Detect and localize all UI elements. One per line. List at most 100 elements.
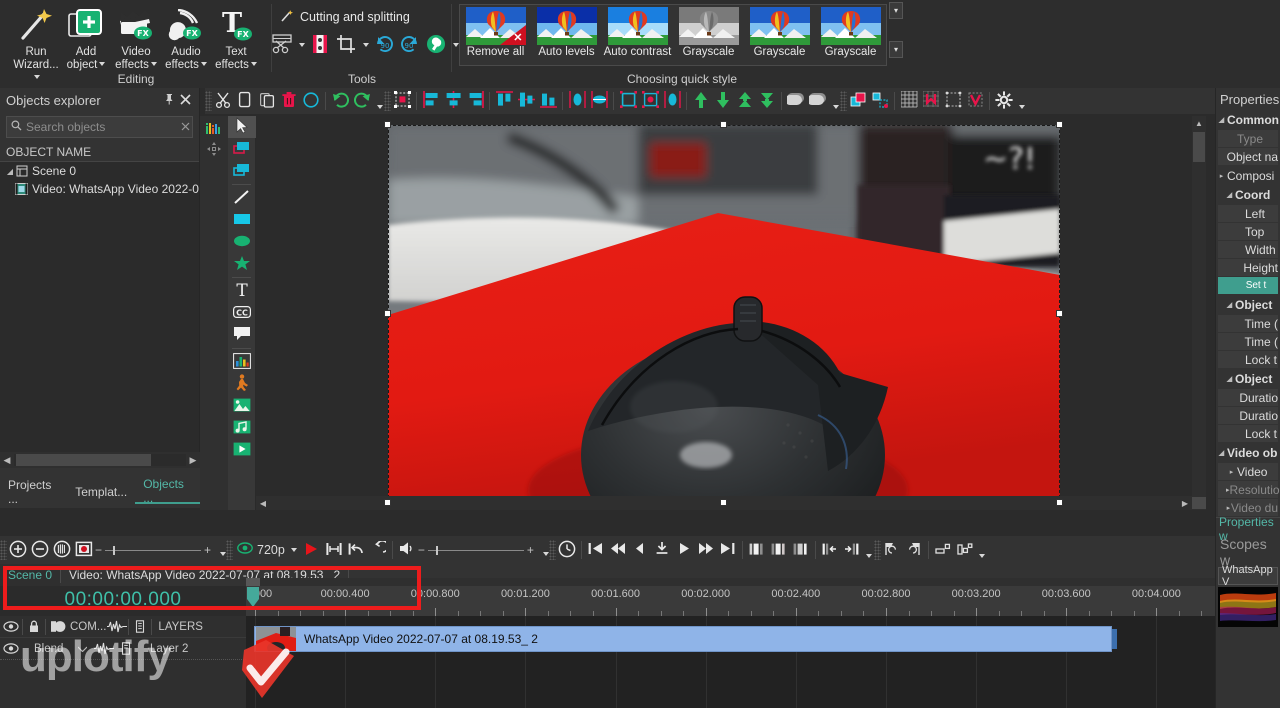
chevron-down-icon[interactable] xyxy=(150,62,157,67)
palette-rectangle-tool[interactable] xyxy=(228,209,256,231)
playbar-marker-add[interactable] xyxy=(881,539,903,561)
quick-style-auto-levels-1[interactable]: Auto levels xyxy=(531,5,602,58)
property-row-11[interactable]: Time ( xyxy=(1218,315,1278,332)
search-objects-field[interactable] xyxy=(6,116,193,138)
toolbar-delete[interactable] xyxy=(278,90,300,112)
toolbar-move-bottom[interactable] xyxy=(756,90,778,112)
chevron-down-icon[interactable] xyxy=(863,539,874,561)
property-expander[interactable]: ◢ xyxy=(1216,449,1227,457)
toolbar-paste[interactable] xyxy=(256,90,278,112)
tool-button-slice-marker[interactable] xyxy=(308,33,332,57)
resize-handle-se[interactable] xyxy=(1056,499,1063,506)
playbar-step-back[interactable] xyxy=(629,539,651,561)
move-handle-icon[interactable] xyxy=(200,138,228,160)
palette-video-tool[interactable] xyxy=(228,439,256,461)
property-row-19[interactable]: ▸ Video xyxy=(1218,463,1278,480)
slider-track[interactable] xyxy=(427,545,524,555)
palette-shape-rect-red[interactable] xyxy=(228,138,256,160)
toolbar-distribute-h[interactable] xyxy=(566,90,588,112)
playbar-snapshot[interactable] xyxy=(73,539,95,561)
toolbar-cut[interactable] xyxy=(212,90,234,112)
palette-callout-bubble-tool[interactable] xyxy=(228,324,256,346)
chevron-down-icon[interactable] xyxy=(200,62,207,67)
quick-style-grayscale-3[interactable]: Grayscale xyxy=(673,5,744,58)
toolbar-align-bottom[interactable] xyxy=(537,90,559,112)
toolbar-gear[interactable] xyxy=(993,90,1015,112)
chevron-expand-icon[interactable]: ▾ xyxy=(889,41,903,58)
scroll-left-icon[interactable]: ◀ xyxy=(256,499,270,508)
palette-line-tool[interactable] xyxy=(228,187,256,209)
playbar-zoom-out[interactable] xyxy=(29,539,51,561)
ribbon-button-video-effects[interactable]: FX Video effects xyxy=(111,2,161,73)
playbar-render-play[interactable] xyxy=(301,539,323,561)
toolbar-grip[interactable] xyxy=(226,540,234,560)
property-row-17[interactable]: Lock t xyxy=(1218,425,1278,442)
toolbar-fit-center[interactable] xyxy=(661,90,683,112)
toolbar-move-top[interactable] xyxy=(734,90,756,112)
toolbar-move-down[interactable] xyxy=(712,90,734,112)
playbar-trim-in[interactable] xyxy=(819,539,841,561)
chevron-down-icon[interactable] xyxy=(250,62,257,67)
tool-button-rotate-cw-90[interactable]: 90 xyxy=(372,33,396,57)
property-row-4[interactable]: ◢ Coord xyxy=(1216,185,1280,204)
timeline-tracks[interactable]: WhatsApp Video 2022-07-07 at 08.19.53_ 2 xyxy=(246,616,1215,708)
volume-slider[interactable]: − + xyxy=(418,543,549,557)
chevron-down-icon[interactable] xyxy=(99,62,106,67)
toolbar-redo[interactable] xyxy=(351,90,373,112)
slider-knob[interactable] xyxy=(113,545,116,555)
panel-tab-1[interactable]: Templat... xyxy=(67,480,135,504)
preview-zoom-slider[interactable]: − + xyxy=(95,543,227,557)
toolbar-snap-guides[interactable] xyxy=(964,90,986,112)
chevron-left-icon[interactable]: ◀ xyxy=(0,455,14,466)
tree-item-video[interactable]: Video: WhatsApp Video 2022-0 xyxy=(0,180,199,198)
panel-tab-0[interactable]: Projects ... xyxy=(0,478,67,506)
palette-image-tool[interactable] xyxy=(228,395,256,417)
playbar-rewind[interactable] xyxy=(607,539,629,561)
property-row-16[interactable]: Duratio xyxy=(1218,407,1278,424)
panel-tab-2[interactable]: Objects ... xyxy=(135,477,200,505)
toolbar-grip[interactable] xyxy=(873,540,881,560)
property-expander[interactable]: ◢ xyxy=(1224,301,1235,309)
playbar-fast-forward[interactable] xyxy=(695,539,717,561)
resize-handle-nw[interactable] xyxy=(384,121,391,128)
property-row-3[interactable]: ▸ Composi xyxy=(1216,166,1280,185)
scroll-thumb[interactable] xyxy=(16,454,151,466)
toolbar-align-center-h[interactable] xyxy=(442,90,464,112)
slider-plus[interactable]: + xyxy=(204,543,211,557)
scroll-up-icon[interactable]: ▲ xyxy=(1192,116,1206,130)
resize-handle-sw[interactable] xyxy=(384,499,391,506)
property-row-15[interactable]: Duratio xyxy=(1218,389,1278,406)
palette-audio-tool[interactable] xyxy=(228,417,256,439)
property-row-10[interactable]: ◢ Object xyxy=(1216,295,1280,314)
eye-icon[interactable] xyxy=(0,638,22,660)
playbar-volume[interactable] xyxy=(396,539,418,561)
property-row-8[interactable]: Height xyxy=(1218,259,1278,276)
property-row-5[interactable]: Left xyxy=(1218,205,1278,222)
timeline-clip[interactable]: WhatsApp Video 2022-07-07 at 08.19.53_ 2 xyxy=(254,626,1112,652)
toolbar-select-circle[interactable] xyxy=(300,90,322,112)
toolbar-undo[interactable] xyxy=(329,90,351,112)
slider-minus[interactable]: − xyxy=(95,543,102,557)
property-expander[interactable]: ▸ xyxy=(1226,468,1237,476)
property-row-2[interactable]: Object na xyxy=(1218,148,1278,165)
palette-star-tool[interactable] xyxy=(228,253,256,275)
palette-subtitle-cc-tool[interactable]: CC xyxy=(228,302,256,324)
playbar-loop-back[interactable] xyxy=(345,539,367,561)
property-row-0[interactable]: ◢ Common xyxy=(1216,110,1280,129)
preview-hscrollbar[interactable]: ◀ ▶ xyxy=(256,496,1206,510)
eye-icon[interactable] xyxy=(0,616,22,638)
resize-handle-n[interactable] xyxy=(720,121,727,128)
toolbar-transform-object[interactable] xyxy=(391,90,413,112)
tool-button-crop[interactable] xyxy=(334,33,358,57)
ribbon-button-add-object[interactable]: Add object xyxy=(61,2,111,73)
chevron-down-icon[interactable] xyxy=(373,90,384,112)
toolbar-grid[interactable] xyxy=(898,90,920,112)
preview-quality-select[interactable]: 720p xyxy=(233,542,301,558)
playbar-zoom-in[interactable] xyxy=(7,539,29,561)
toolbar-guides[interactable] xyxy=(942,90,964,112)
property-expander[interactable]: ◢ xyxy=(1224,375,1235,383)
playbar-skip-start[interactable] xyxy=(585,539,607,561)
toolbar-grip[interactable] xyxy=(0,540,7,560)
toolbar-shadow-options[interactable] xyxy=(807,90,829,112)
chevron-down-icon[interactable] xyxy=(290,548,297,552)
